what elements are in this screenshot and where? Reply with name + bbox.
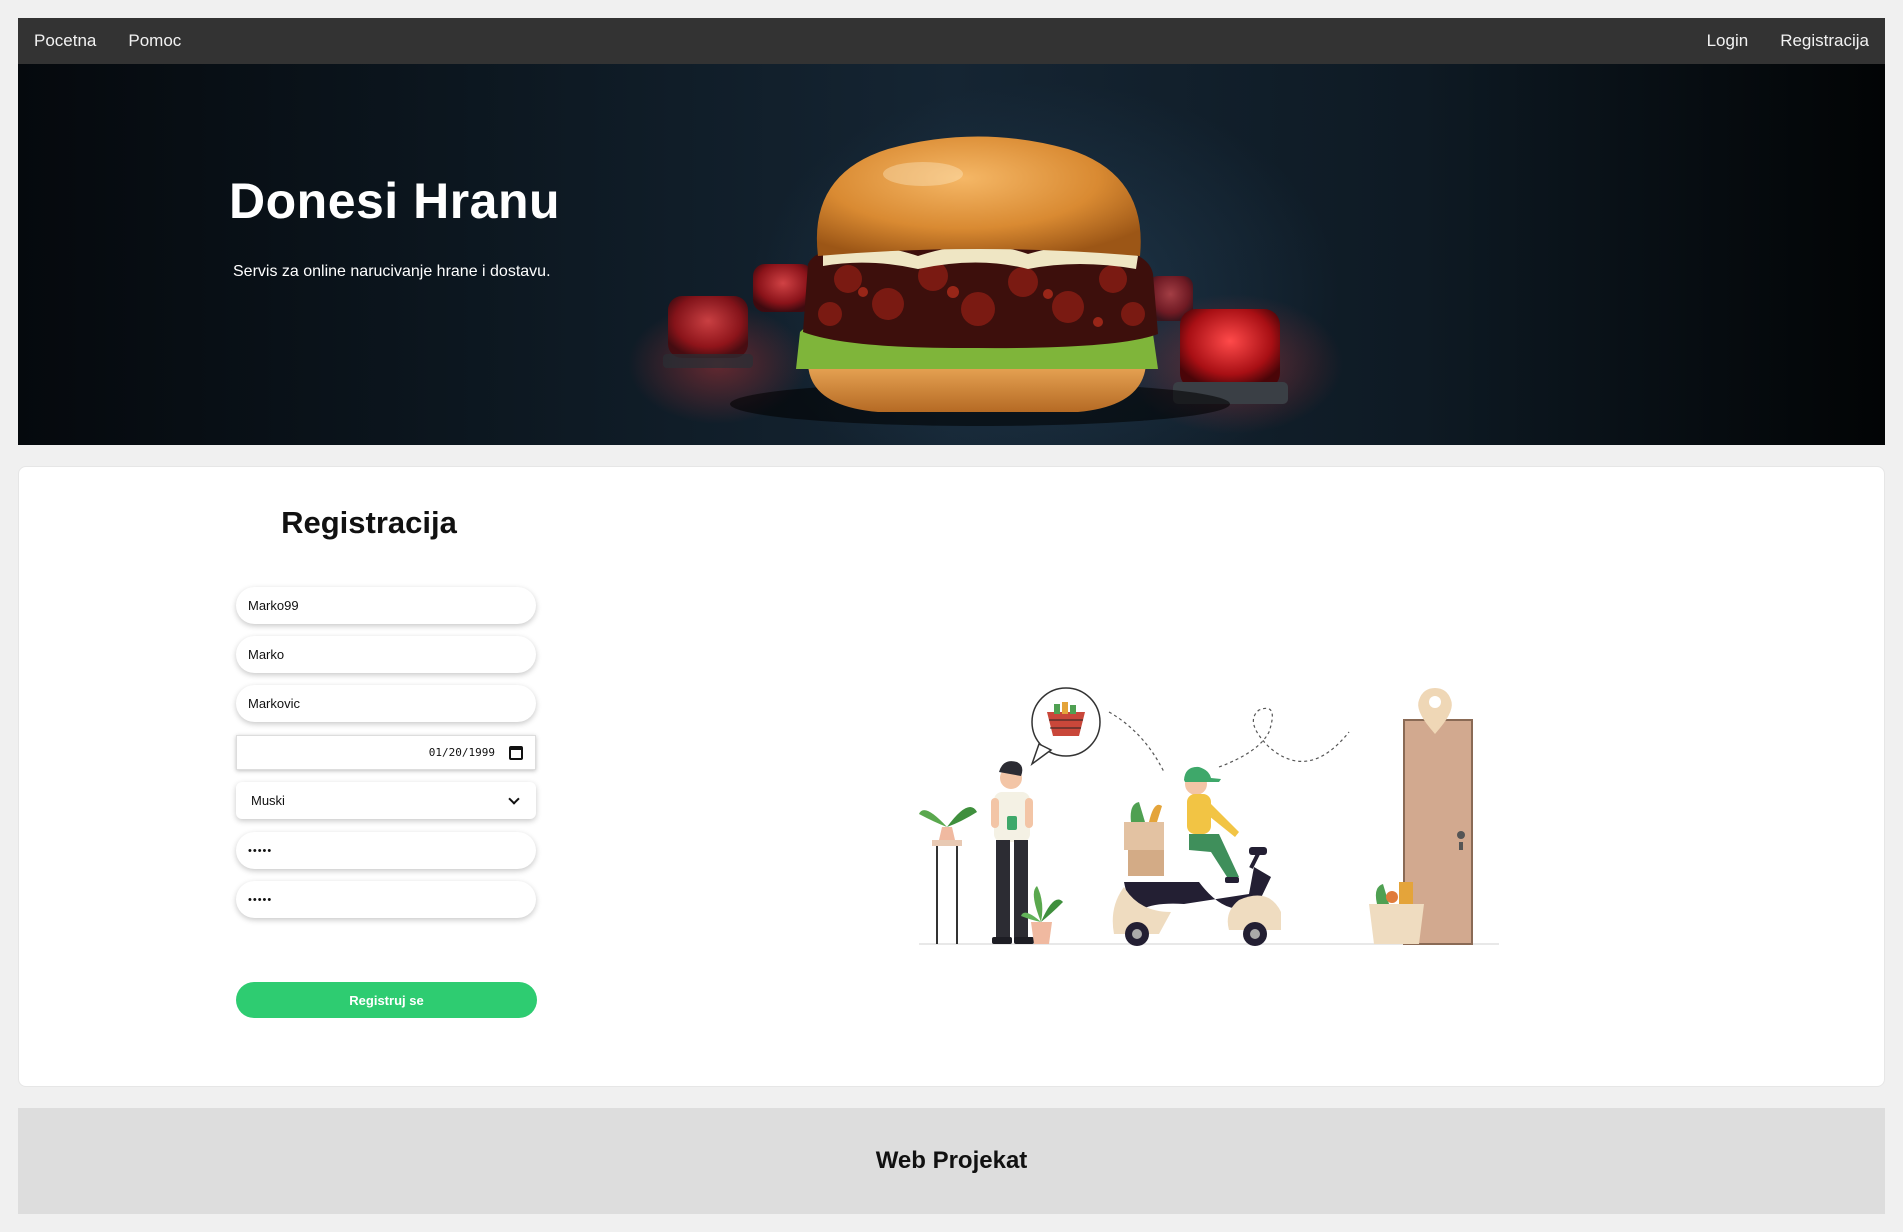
register-button[interactable]: Registruj se: [236, 982, 537, 1018]
birth-date-value: 01/20/1999: [428, 746, 495, 759]
chevron-down-icon: [508, 792, 520, 805]
registration-card: Registracija Marko99 Marko Markovic 01/2…: [18, 466, 1885, 1087]
last-name-input[interactable]: Markovic: [236, 685, 536, 722]
delivery-illustration: [919, 687, 1499, 946]
nav-link-registracija[interactable]: Registracija: [1764, 18, 1885, 64]
burger-image: [628, 136, 1343, 434]
hero-title: Donesi Hranu: [229, 173, 561, 229]
password-input[interactable]: •••••: [236, 832, 536, 869]
password-confirm-input[interactable]: •••••: [236, 881, 536, 918]
nav-link-pocetna[interactable]: Pocetna: [18, 18, 112, 64]
first-name-input[interactable]: Marko: [236, 636, 536, 673]
birth-date-input[interactable]: 01/20/1999: [236, 735, 536, 770]
footer-text: Web Projekat: [875, 1147, 1028, 1174]
nav-link-login[interactable]: Login: [1691, 18, 1765, 64]
nav-right-group: Login Registracija: [1691, 18, 1885, 64]
hero-subtitle: Servis za online narucivanje hrane i dos…: [233, 263, 551, 280]
gender-select[interactable]: Muski: [236, 782, 536, 819]
username-input[interactable]: Marko99: [236, 587, 536, 624]
form-title: Registracija: [281, 505, 457, 540]
hero-banner: Donesi Hranu Servis za online narucivanj…: [18, 64, 1885, 445]
footer: Web Projekat: [18, 1108, 1885, 1214]
nav-link-pomoc[interactable]: Pomoc: [112, 18, 197, 64]
calendar-icon[interactable]: [509, 745, 523, 760]
nav-left-group: Pocetna Pomoc: [18, 18, 197, 64]
gender-value: Muski: [251, 793, 285, 808]
top-navigation: Pocetna Pomoc Login Registracija: [18, 18, 1885, 64]
